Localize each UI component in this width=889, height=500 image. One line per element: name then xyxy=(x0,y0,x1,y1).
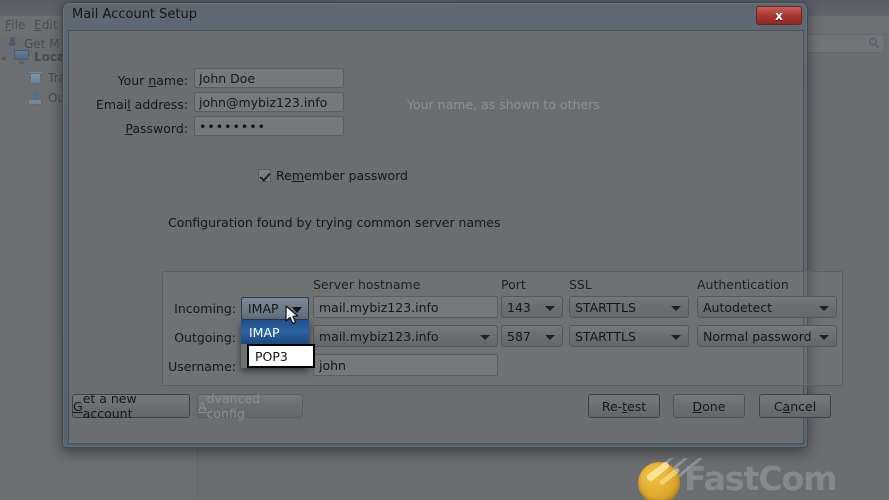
chevron-down-icon xyxy=(671,306,681,311)
column-header-hostname: Server hostname xyxy=(313,277,421,292)
incoming-port-dropdown[interactable]: 143 xyxy=(501,296,563,318)
done-tail: one xyxy=(702,398,726,414)
incoming-protocol-value: IMAP xyxy=(248,301,279,316)
watermark-logo-icon xyxy=(638,462,680,500)
search-icon xyxy=(869,37,880,49)
email-label-head: Emai xyxy=(96,97,128,112)
username-input[interactable] xyxy=(313,354,498,376)
incoming-auth-dropdown[interactable]: Autodetect xyxy=(697,296,837,318)
menu-edit[interactable]: Edit xyxy=(34,18,58,32)
get-new-account-tail: et a new account xyxy=(82,391,137,421)
column-header-ssl: SSL xyxy=(569,277,592,292)
outgoing-port-value: 587 xyxy=(507,328,531,344)
your-name-input[interactable] xyxy=(194,68,344,88)
outgoing-auth-value: Normal password xyxy=(703,328,812,344)
outgoing-hostname-dropdown[interactable]: mail.mybiz123.info xyxy=(313,325,498,347)
remember-label-tail: ember password xyxy=(304,168,408,183)
email-address-input[interactable] xyxy=(194,92,344,112)
chevron-down-icon xyxy=(819,335,829,340)
your-name-label-head: Your xyxy=(117,73,149,88)
outgoing-hostname-value: mail.mybiz123.info xyxy=(319,328,439,344)
outbox-icon xyxy=(28,90,43,105)
menu-file-label: ile xyxy=(11,18,26,32)
remember-password-checkbox[interactable] xyxy=(258,169,271,182)
done-accel: D xyxy=(692,398,703,414)
password-input[interactable] xyxy=(194,116,344,136)
advanced-config-button[interactable]: Advanced config xyxy=(197,391,303,421)
incoming-hostname-input[interactable] xyxy=(313,296,498,318)
done-button[interactable]: Done xyxy=(673,394,745,418)
chevron-down-icon xyxy=(545,335,555,340)
monitor-icon xyxy=(14,50,29,64)
outgoing-auth-dropdown[interactable]: Normal password xyxy=(697,325,837,347)
your-name-label: Your name: xyxy=(68,73,188,88)
menu-edit-accel: E xyxy=(34,18,42,32)
protocol-option-imap[interactable]: IMAP xyxy=(241,320,309,344)
email-label-tail: address: xyxy=(130,97,188,112)
watermark: FastCom xyxy=(634,458,889,500)
incoming-auth-value: Autodetect xyxy=(703,299,773,315)
remember-label-head: Re xyxy=(276,168,292,183)
get-new-account-accel: G xyxy=(73,398,83,414)
chevron-down-icon xyxy=(819,306,829,311)
retest-tail: est xyxy=(627,398,647,414)
cancel-accel: a xyxy=(782,398,791,414)
incoming-ssl-value: STARTTLS xyxy=(575,299,636,315)
incoming-row-label: Incoming: xyxy=(174,301,236,316)
cancel-tail: ncel xyxy=(790,398,817,414)
incoming-ssl-dropdown[interactable]: STARTTLS xyxy=(569,296,689,318)
watermark-text: FastCom xyxy=(684,459,838,498)
outgoing-ssl-dropdown[interactable]: STARTTLS xyxy=(569,325,689,347)
get-mail-label: Get M xyxy=(24,37,60,51)
get-new-account-button[interactable]: Get a new account xyxy=(72,391,190,421)
trash-icon xyxy=(28,71,43,85)
incoming-protocol-dropdown[interactable]: IMAP xyxy=(241,297,309,320)
menu-file[interactable]: File xyxy=(5,18,26,32)
chevron-down-icon xyxy=(671,335,681,340)
sidebar-item-local-folders[interactable]: Local xyxy=(14,50,69,64)
column-header-port: Port xyxy=(501,277,526,292)
chevron-down-icon xyxy=(545,306,555,311)
remember-label-accel: m xyxy=(291,168,305,183)
your-name-hint: Your name, as shown to others xyxy=(407,97,600,112)
download-icon xyxy=(6,37,20,51)
chevron-down-icon xyxy=(292,307,302,313)
mail-account-setup-dialog: Mail Account Setup x Your name: Your nam… xyxy=(62,2,843,448)
retest-head: Re- xyxy=(601,398,623,414)
dialog-title: Mail Account Setup xyxy=(72,7,197,22)
configuration-status-text: Configuration found by trying common ser… xyxy=(168,215,501,230)
protocol-dropdown-list: IMAP POP3 xyxy=(241,320,315,368)
username-row-label: Username: xyxy=(168,359,236,374)
your-name-label-tail: ame: xyxy=(156,73,188,88)
email-address-label: Email address: xyxy=(68,97,188,112)
password-label: Password: xyxy=(68,121,188,136)
close-button[interactable]: x xyxy=(756,6,802,25)
incoming-port-value: 143 xyxy=(507,299,531,315)
dialog-body: Your name: Your name, as shown to others… xyxy=(68,30,843,444)
column-header-authentication: Authentication xyxy=(697,277,789,292)
advanced-config-tail: dvanced config xyxy=(206,391,260,421)
remember-password-label[interactable]: Remember password xyxy=(276,168,408,183)
protocol-option-pop3[interactable]: POP3 xyxy=(247,344,315,368)
cancel-head: C xyxy=(773,398,783,414)
menu-edit-label: dit xyxy=(41,18,58,32)
outgoing-ssl-value: STARTTLS xyxy=(575,328,636,344)
close-icon: x xyxy=(775,8,783,23)
chevron-down-icon xyxy=(480,335,490,340)
re-test-button[interactable]: Re-t est xyxy=(588,394,660,418)
cancel-button[interactable]: Ca ncel xyxy=(759,394,831,418)
outgoing-port-dropdown[interactable]: 587 xyxy=(501,325,563,347)
advanced-config-accel: A xyxy=(198,398,207,414)
password-label-tail: assword: xyxy=(132,121,188,136)
outgoing-row-label: Outgoing: xyxy=(174,330,236,345)
